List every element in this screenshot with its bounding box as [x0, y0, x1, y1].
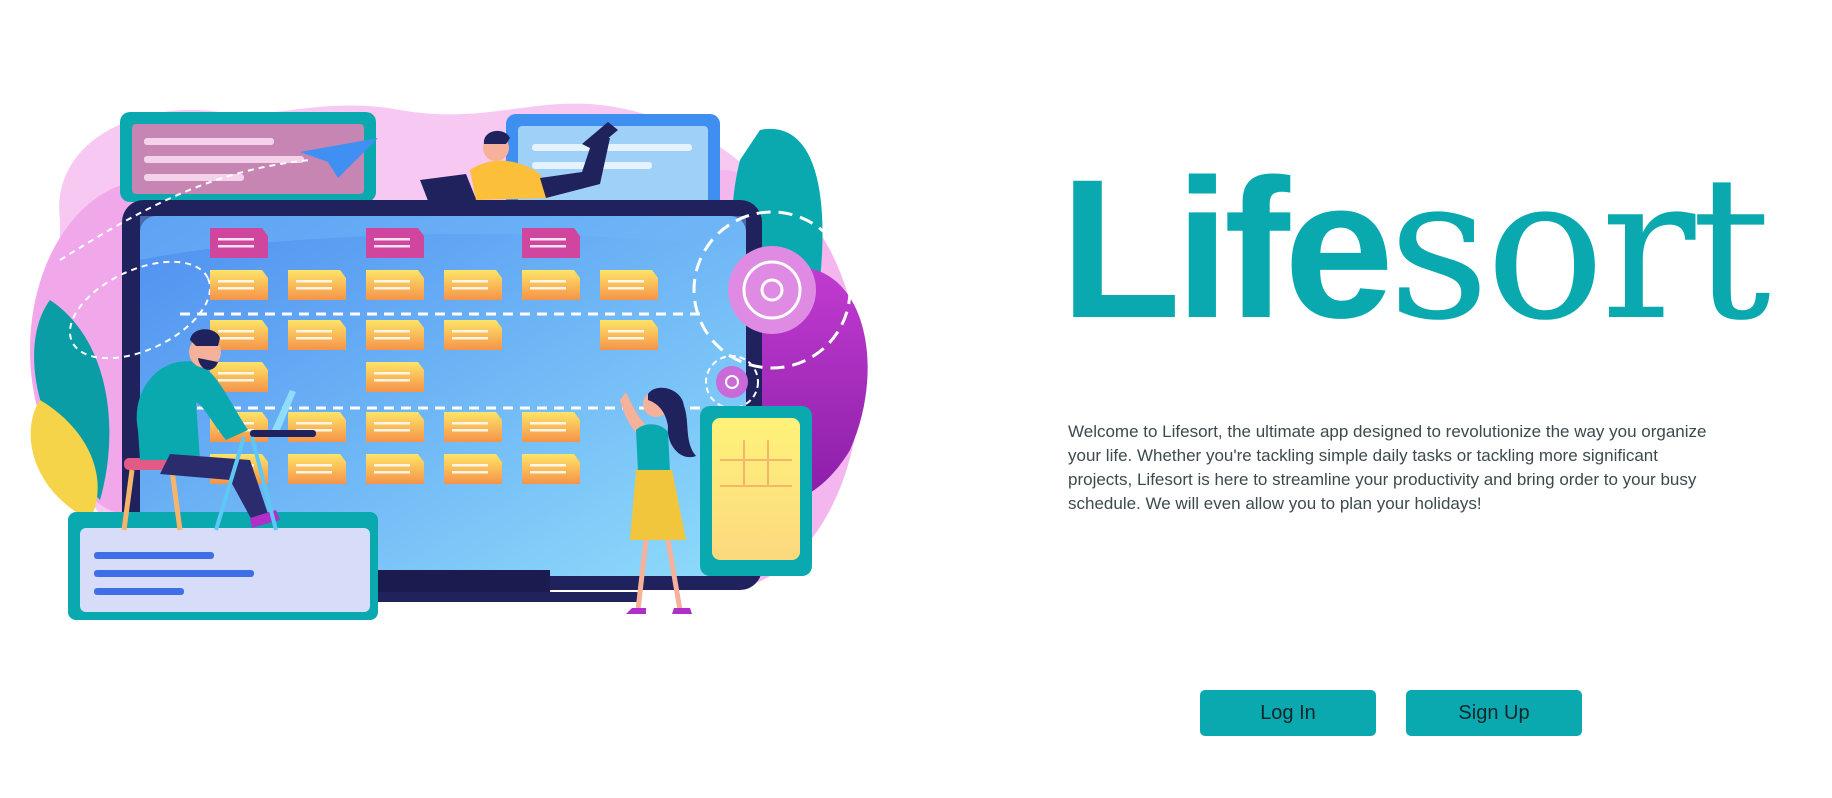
- sticky-note-line: [452, 429, 488, 432]
- sticky-note: [288, 454, 346, 484]
- sticky-note-line: [452, 471, 488, 474]
- sticky-note: [444, 270, 502, 300]
- sticky-note-line: [452, 422, 488, 425]
- sticky-note-header: [210, 228, 268, 258]
- sticky-note-line: [218, 238, 254, 241]
- sticky-note-line: [296, 422, 332, 425]
- sticky-note-line: [374, 238, 410, 241]
- sticky-note-line: [530, 471, 566, 474]
- sticky-note-line: [452, 287, 488, 290]
- sticky-note-line: [530, 287, 566, 290]
- sticky-note: [288, 320, 346, 350]
- sticky-note-line: [452, 330, 488, 333]
- sticky-note: [288, 412, 346, 442]
- app-title-life: Life: [1060, 138, 1394, 359]
- sticky-note: [522, 270, 580, 300]
- sticky-note-line: [374, 422, 410, 425]
- intro-paragraph: Welcome to Lifesort, the ultimate app de…: [1068, 422, 1707, 513]
- sticky-note: [366, 362, 424, 392]
- sticky-note-line: [218, 337, 254, 340]
- sticky-note: [444, 412, 502, 442]
- desk: [68, 512, 378, 620]
- sticky-note-line: [374, 337, 410, 340]
- sticky-note-line: [296, 471, 332, 474]
- sticky-note-line: [218, 330, 254, 333]
- sticky-note: [522, 454, 580, 484]
- sticky-note-line: [374, 280, 410, 283]
- sticky-note: [210, 270, 268, 300]
- sticky-note-line: [530, 464, 566, 467]
- sticky-note: [444, 320, 502, 350]
- sticky-note-line: [530, 429, 566, 432]
- sticky-note-line: [608, 330, 644, 333]
- sticky-note-line: [452, 337, 488, 340]
- sticky-note-line: [374, 330, 410, 333]
- sticky-note-line: [374, 471, 410, 474]
- sticky-note: [366, 412, 424, 442]
- sticky-note-line: [374, 379, 410, 382]
- sticky-note-header: [522, 228, 580, 258]
- sticky-note-line: [452, 464, 488, 467]
- sticky-note: [366, 454, 424, 484]
- sticky-note-line: [608, 337, 644, 340]
- sticky-note-line: [530, 245, 566, 248]
- app-title: Lifesort: [1060, 150, 1771, 348]
- signup-button[interactable]: Sign Up: [1406, 690, 1582, 736]
- sticky-note-line: [452, 280, 488, 283]
- sticky-note-line: [530, 238, 566, 241]
- sticky-note-line: [218, 379, 254, 382]
- sticky-note-line: [218, 372, 254, 375]
- sticky-note-line: [374, 245, 410, 248]
- sticky-note-line: [530, 280, 566, 283]
- sticky-note-line: [296, 287, 332, 290]
- sticky-note: [366, 270, 424, 300]
- sticky-note-line: [608, 280, 644, 283]
- sticky-note-line: [374, 287, 410, 290]
- sticky-note-line: [218, 287, 254, 290]
- login-button[interactable]: Log In: [1200, 690, 1376, 736]
- sticky-note: [366, 320, 424, 350]
- hero-illustration: [30, 103, 868, 620]
- sticky-note: [600, 320, 658, 350]
- app-title-sort: sort: [1388, 133, 1771, 364]
- sticky-note: [444, 454, 502, 484]
- sticky-note-line: [296, 337, 332, 340]
- sticky-note: [522, 412, 580, 442]
- sticky-note-line: [530, 422, 566, 425]
- sticky-note-line: [296, 330, 332, 333]
- sticky-note-line: [218, 245, 254, 248]
- sticky-note-line: [374, 464, 410, 467]
- sticky-note-line: [296, 464, 332, 467]
- sticky-note: [600, 270, 658, 300]
- sticky-note-header: [366, 228, 424, 258]
- sticky-note-line: [218, 280, 254, 283]
- tablet: [700, 406, 812, 576]
- sticky-note-line: [608, 287, 644, 290]
- sticky-note-line: [296, 280, 332, 283]
- sticky-note-line: [374, 429, 410, 432]
- sticky-note-line: [374, 372, 410, 375]
- sticky-note: [288, 270, 346, 300]
